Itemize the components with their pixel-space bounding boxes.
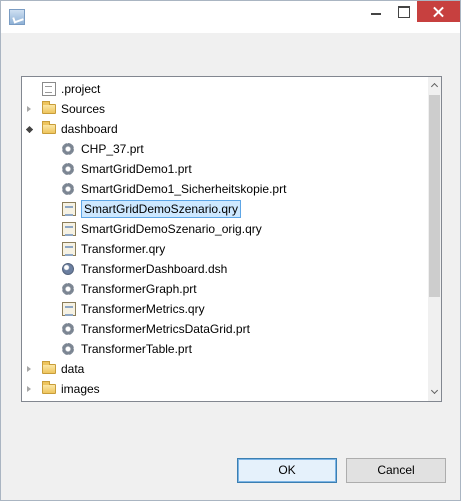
gear-icon (62, 163, 74, 175)
tree-item-label: images (61, 382, 100, 396)
tree-item[interactable]: CHP_37.prt (22, 139, 427, 159)
query-icon (62, 302, 76, 316)
gear-icon (62, 283, 74, 295)
dialog-window: .project Sources dashboard CHP_37.prt SmartG… (0, 0, 461, 501)
maximize-button[interactable] (390, 1, 417, 22)
tree-item-label: .project (61, 82, 101, 96)
tree-item[interactable]: Transformer.qry (22, 239, 427, 259)
tree-item-label: CHP_37.prt (81, 142, 144, 156)
file-tree[interactable]: .project Sources dashboard CHP_37.prt SmartG… (21, 76, 442, 402)
tree-item-label: Transformer.qry (81, 242, 166, 256)
tree-collapsed-icon[interactable] (27, 386, 31, 392)
tree-collapsed-icon[interactable] (27, 366, 31, 372)
tree-item-label: TransformerTable.prt (81, 342, 192, 356)
query-icon (62, 222, 76, 236)
tree-item[interactable]: SmartGridDemoSzenario.qry (22, 199, 427, 219)
tree-item-label: TransformerMetricsDataGrid.prt (81, 322, 250, 336)
gear-icon (62, 343, 74, 355)
query-icon (62, 202, 76, 216)
folder-open-icon (42, 121, 56, 134)
close-button[interactable] (417, 1, 460, 22)
tree-item[interactable]: SmartGridDemo1_Sicherheitskopie.prt (22, 179, 427, 199)
tree-item-label: SmartGridDemoSzenario_orig.qry (81, 222, 262, 236)
gear-icon (62, 143, 74, 155)
tree-item[interactable]: data (22, 359, 427, 379)
tree-item-label: dashboard (61, 122, 118, 136)
tree-item-label: SmartGridDemo1.prt (81, 162, 192, 176)
tree-item[interactable]: TransformerTable.prt (22, 339, 427, 359)
tree-item-label: SmartGridDemoSzenario.qry (81, 200, 242, 218)
minimize-button[interactable] (362, 1, 390, 22)
folder-icon (42, 101, 56, 114)
tree-item[interactable]: images (22, 379, 427, 399)
tree-item-label: data (61, 362, 85, 376)
file-icon (42, 82, 56, 96)
tree-item-label: misc (61, 399, 86, 401)
tree-item[interactable]: misc (22, 399, 427, 401)
cancel-button[interactable]: Cancel (346, 458, 446, 483)
folder-icon (42, 381, 56, 394)
tree-item[interactable]: TransformerMetricsDataGrid.prt (22, 319, 427, 339)
tree-item-label: TransformerGraph.prt (81, 282, 197, 296)
folder-icon (42, 361, 56, 374)
gear-icon (62, 323, 74, 335)
tree-collapsed-icon[interactable] (27, 106, 31, 112)
query-icon (62, 242, 76, 256)
tree-item-label: TransformerDashboard.dsh (81, 262, 228, 276)
vertical-scrollbar[interactable] (428, 77, 441, 401)
tree-item[interactable]: Sources (22, 99, 427, 119)
title-bar[interactable] (1, 1, 460, 33)
scroll-down-icon[interactable] (428, 384, 441, 401)
scrollbar-thumb[interactable] (429, 95, 440, 297)
tree-item-label: SmartGridDemo1_Sicherheitskopie.prt (81, 182, 287, 196)
dashboard-icon (62, 263, 74, 275)
tree-item[interactable]: TransformerMetrics.qry (22, 299, 427, 319)
tree-item[interactable]: .project (22, 79, 427, 99)
tree-item-label: TransformerMetrics.qry (81, 302, 205, 316)
file-tree-list: .project Sources dashboard CHP_37.prt SmartG… (22, 77, 429, 401)
scroll-up-icon[interactable] (428, 77, 441, 94)
tree-expanded-icon[interactable] (25, 125, 34, 134)
tree-item-label: Sources (61, 102, 106, 116)
ok-button[interactable]: OK (237, 458, 337, 483)
tree-item[interactable]: SmartGridDemoSzenario_orig.qry (22, 219, 427, 239)
tree-item[interactable]: TransformerGraph.prt (22, 279, 427, 299)
tree-item[interactable]: SmartGridDemo1.prt (22, 159, 427, 179)
gear-icon (62, 183, 74, 195)
app-icon (9, 9, 25, 25)
tree-item[interactable]: TransformerDashboard.dsh (22, 259, 427, 279)
tree-item[interactable]: dashboard (22, 119, 427, 139)
